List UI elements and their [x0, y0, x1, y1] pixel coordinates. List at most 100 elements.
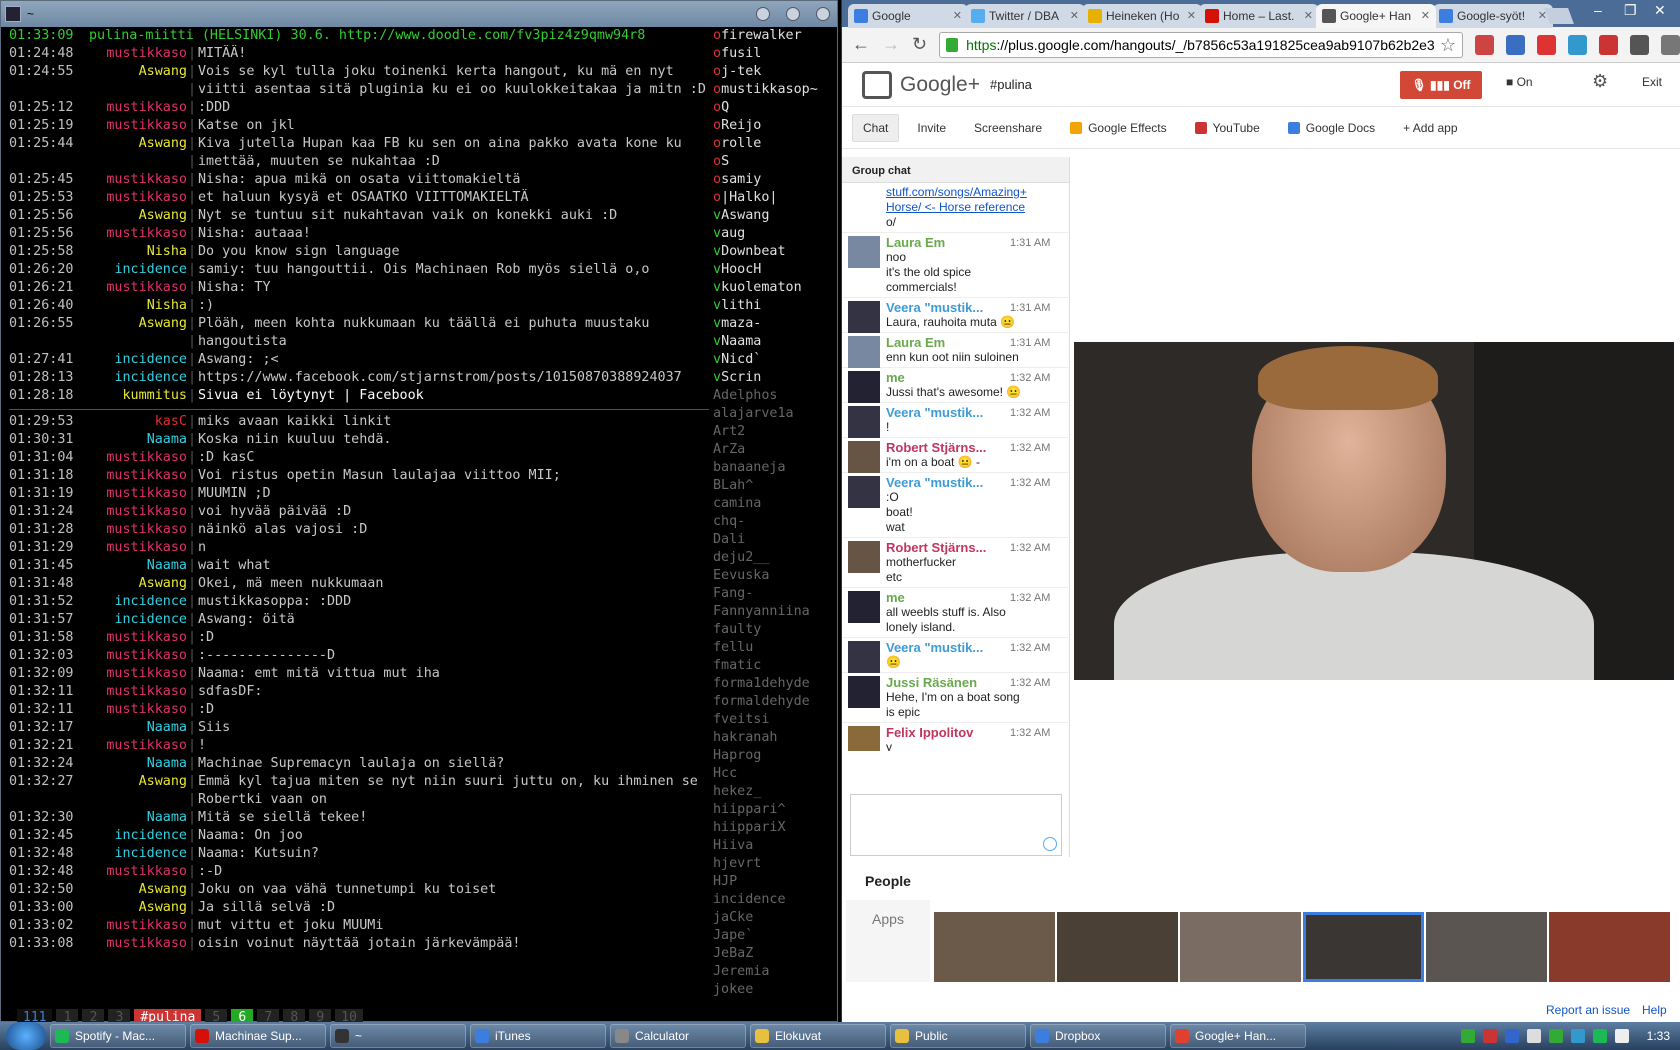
app-button[interactable]: Invite	[907, 115, 956, 141]
emoji-icon[interactable]	[1043, 837, 1057, 851]
nickname[interactable]: incidence	[87, 351, 188, 369]
nick-list-item[interactable]: chq-	[713, 513, 833, 531]
nick-list-item[interactable]: jokee	[713, 981, 833, 999]
tray-icon[interactable]	[1504, 1029, 1519, 1043]
nickname[interactable]: incidence	[87, 845, 188, 863]
avatar[interactable]	[848, 406, 880, 438]
chat-log[interactable]: stuff.com/songs/Amazing+ Horse/ <- Horse …	[842, 183, 1068, 751]
nick-list-item[interactable]: orolle	[713, 135, 833, 153]
nickname[interactable]: mustikkaso	[87, 863, 188, 881]
nick-list-item[interactable]: hiippari^	[713, 801, 833, 819]
nickname[interactable]: Nisha	[87, 297, 188, 315]
nickname[interactable]: mustikkaso	[87, 117, 188, 135]
nick-list-item[interactable]: vAswang	[713, 207, 833, 225]
minimize-button[interactable]	[756, 7, 770, 21]
nick-list-item[interactable]: hiippariX	[713, 819, 833, 837]
nickname[interactable]: Aswang	[87, 899, 188, 917]
nick-list-item[interactable]: vHoocH	[713, 261, 833, 279]
nickname[interactable]: Aswang	[87, 773, 188, 791]
nickname[interactable]	[87, 333, 188, 351]
avatar[interactable]	[848, 236, 880, 268]
avatar[interactable]	[848, 541, 880, 573]
nickname[interactable]: kummitus	[87, 387, 188, 405]
chat-author[interactable]: Robert Stjärns...	[886, 440, 996, 455]
app-button[interactable]: Google Docs	[1278, 115, 1385, 141]
nick-list-item[interactable]: camina	[713, 495, 833, 513]
nick-list-item[interactable]: vScrin	[713, 369, 833, 387]
nick-list-item[interactable]: o|Halko|	[713, 189, 833, 207]
chat-author[interactable]: Laura Em	[886, 235, 996, 250]
nickname[interactable]: Aswang	[87, 575, 188, 593]
nickname[interactable]: incidence	[87, 593, 188, 611]
nick-list-item[interactable]: vaug	[713, 225, 833, 243]
nickname[interactable]: Aswang	[87, 207, 188, 225]
nick-list-item[interactable]: Art2	[713, 423, 833, 441]
wrench-icon[interactable]	[1661, 34, 1680, 55]
nick-list-item[interactable]: hekez_	[713, 783, 833, 801]
participant-thumbnail[interactable]	[1180, 912, 1301, 982]
nickname[interactable]: mustikkaso	[87, 683, 188, 701]
nick-list-item[interactable]: HJP	[713, 873, 833, 891]
tray-icon[interactable]	[1460, 1029, 1475, 1043]
nick-list-item[interactable]: Jeremia	[713, 963, 833, 981]
nick-list-item[interactable]: BLah^	[713, 477, 833, 495]
chat-author[interactable]: Veera "mustik...	[886, 640, 996, 655]
nick-list-item[interactable]: JeBaZ	[713, 945, 833, 963]
nickname[interactable]: incidence	[87, 369, 188, 387]
nickname[interactable]: mustikkaso	[87, 449, 188, 467]
nick-list-item[interactable]: oQ	[713, 99, 833, 117]
nick-list-item[interactable]: deju2__	[713, 549, 833, 567]
nickname[interactable]	[87, 153, 188, 171]
chat-author[interactable]: Veera "mustik...	[886, 475, 996, 490]
nick-list-item[interactable]: vmaza-	[713, 315, 833, 333]
star-icon[interactable]: ☆	[1440, 33, 1456, 57]
browser-tab[interactable]: Twitter / DBA ✕	[965, 4, 1085, 28]
taskbar-item[interactable]: Public	[890, 1024, 1026, 1048]
nickname[interactable]: mustikkaso	[87, 171, 188, 189]
nick-list-item[interactable]: Eevuska	[713, 567, 833, 585]
reload-icon[interactable]: ↻	[912, 34, 927, 55]
chat-text[interactable]: Horse/ <- Horse reference	[886, 200, 1062, 215]
nickname[interactable]: mustikkaso	[87, 701, 188, 719]
nickname[interactable]: Aswang	[87, 315, 188, 333]
taskbar-item[interactable]: ~	[330, 1024, 466, 1048]
nickname[interactable]: mustikkaso	[87, 485, 188, 503]
tab-people[interactable]: People	[846, 862, 930, 900]
chat-author[interactable]: me	[886, 370, 996, 385]
nickname[interactable]: mustikkaso	[87, 279, 188, 297]
taskbar-item[interactable]: Google+ Han...	[1170, 1024, 1306, 1048]
extension-icon[interactable]	[1568, 34, 1587, 55]
nick-list-item[interactable]: oj-tek	[713, 63, 833, 81]
close-icon[interactable]: ✕	[1654, 2, 1666, 19]
irc-client[interactable]: 01:33:09 pulina-miitti (HELSINKI) 30.6. …	[9, 27, 835, 1045]
nickname[interactable]: mustikkaso	[87, 629, 188, 647]
gmail-icon[interactable]	[1537, 34, 1556, 55]
nickname[interactable]: mustikkaso	[87, 467, 188, 485]
tab-close-icon[interactable]: ✕	[1187, 4, 1196, 28]
back-icon[interactable]: ←	[852, 34, 870, 55]
taskbar-item[interactable]: Machinae Sup...	[190, 1024, 326, 1048]
extension-icon[interactable]	[1506, 34, 1525, 55]
flag-icon[interactable]	[1614, 1029, 1629, 1043]
help-link[interactable]: Help	[1642, 1003, 1667, 1017]
nick-list-item[interactable]: ofusil	[713, 45, 833, 63]
nickname[interactable]: mustikkaso	[87, 665, 188, 683]
nick-list-item[interactable]: Adelphos	[713, 387, 833, 405]
avatar[interactable]	[848, 441, 880, 473]
participant-thumbnail[interactable]	[1426, 912, 1547, 982]
exit-button[interactable]: Exit	[1642, 75, 1662, 89]
browser-tab[interactable]: Google+ Han ✕	[1316, 4, 1436, 28]
nickname[interactable]	[87, 791, 188, 809]
nick-list-item[interactable]: hjevrt	[713, 855, 833, 873]
nick-list-item[interactable]: osamiy	[713, 171, 833, 189]
start-button[interactable]	[6, 1022, 46, 1050]
taskbar-item[interactable]: Calculator	[610, 1024, 746, 1048]
nickname[interactable]: Naama	[87, 557, 188, 575]
nickname[interactable]: Aswang	[87, 881, 188, 899]
nickname[interactable]: mustikkaso	[87, 45, 188, 63]
nickname[interactable]: mustikkaso	[87, 521, 188, 539]
avatar[interactable]	[848, 301, 880, 333]
nick-list-item[interactable]: vkuolematon	[713, 279, 833, 297]
nick-list-item[interactable]: jaCke	[713, 909, 833, 927]
nick-list-item[interactable]: Haprog	[713, 747, 833, 765]
